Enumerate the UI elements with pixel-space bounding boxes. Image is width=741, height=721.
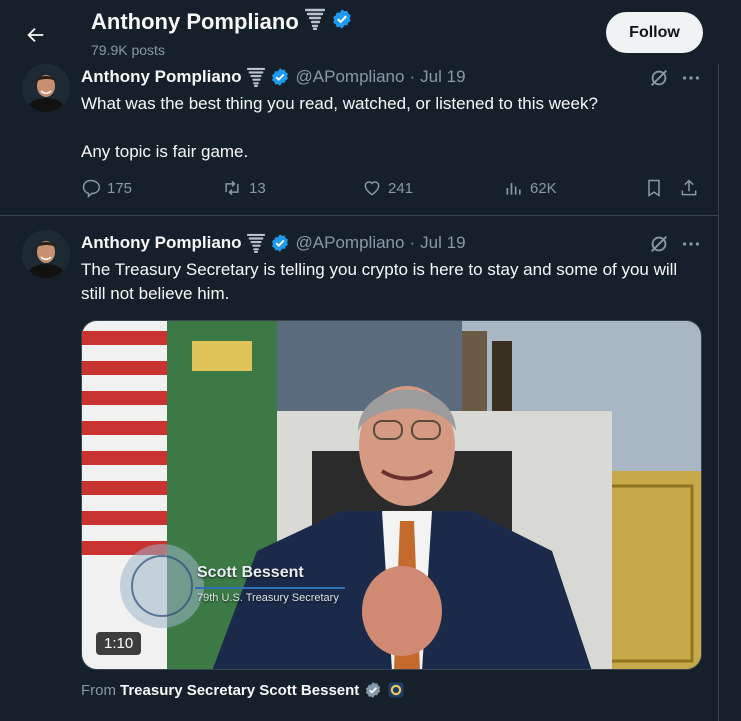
repost-icon (225, 180, 239, 196)
avatar[interactable] (22, 230, 70, 278)
like-icon (364, 181, 380, 196)
post-count: 79.9K posts (91, 42, 165, 58)
lower-third-title: 79th U.S. Treasury Secretary (197, 592, 339, 604)
back-button[interactable] (18, 18, 52, 52)
reply-icon (82, 179, 101, 198)
tweet-text-paragraph: Any topic is fair game. (81, 142, 249, 161)
tweet-top-actions (648, 233, 702, 260)
bookmark-icon (648, 179, 660, 197)
lower-third-name: Scott Bessent (197, 564, 304, 581)
tweet-date[interactable]: Jul 19 (420, 67, 465, 87)
tweet-text: The Treasury Secretary is telling you cr… (81, 260, 678, 303)
from-prefix: From (81, 681, 116, 699)
tweet-action-bar: 175 13 241 62K (81, 178, 706, 202)
follow-button[interactable]: Follow (606, 12, 703, 53)
tweet-header: Anthony Pompliano @APompliano · Jul 19 (81, 67, 466, 87)
tweet-action-bar (81, 716, 706, 721)
verified-badge-icon (270, 67, 290, 87)
source-account-name[interactable]: Treasury Secretary Scott Bessent (120, 682, 359, 699)
gov-badge-icon (364, 681, 382, 699)
view-count: 62K (530, 179, 557, 197)
author-name[interactable]: Anthony Pompliano (81, 233, 242, 253)
share-icon (681, 179, 697, 196)
more-icon[interactable] (680, 67, 702, 94)
bookmark-button[interactable] (644, 178, 664, 198)
share-button[interactable] (679, 178, 699, 198)
author-handle[interactable]: @APompliano (296, 233, 405, 253)
tweet-header: Anthony Pompliano @APompliano · Jul 19 (81, 233, 466, 253)
header-title: Anthony Pompliano (91, 9, 299, 34)
grok-icon[interactable] (648, 67, 670, 94)
verified-badge-icon (331, 8, 353, 36)
like-count: 241 (388, 179, 414, 197)
video-thumbnail (82, 321, 701, 669)
repost-count: 13 (249, 179, 266, 197)
author-name[interactable]: Anthony Pompliano (81, 67, 242, 87)
profile-name-header: Anthony Pompliano (91, 8, 353, 36)
views-icon (506, 183, 521, 195)
treasury-seal-icon (120, 544, 204, 628)
tornado-icon (304, 8, 325, 36)
tweet[interactable]: Anthony Pompliano @APompliano · Jul 19 T… (0, 216, 718, 721)
repost-button[interactable]: 13 (221, 178, 266, 198)
like-button[interactable]: 241 (362, 178, 413, 198)
tweet-text: What was the best thing you read, watche… (81, 94, 598, 113)
column-border (718, 64, 719, 721)
author-handle[interactable]: @APompliano (296, 67, 405, 87)
video-player[interactable]: Scott Bessent 79th U.S. Treasury Secreta… (81, 320, 702, 670)
video-source: From Treasury Secretary Scott Bessent (81, 681, 405, 699)
reply-button[interactable]: 175 (81, 178, 132, 198)
tweet-top-actions (648, 67, 702, 94)
tweet[interactable]: Anthony Pompliano @APompliano · Jul 19 W… (0, 64, 718, 215)
avatar[interactable] (22, 64, 70, 112)
treasury-seal-icon (387, 681, 405, 699)
profile-header: Anthony Pompliano 79.9K posts Follow (0, 0, 741, 64)
back-arrow-icon (27, 27, 44, 43)
separator-dot: · (409, 233, 416, 252)
separator-dot: · (409, 67, 416, 86)
tweet-date[interactable]: Jul 19 (420, 233, 465, 253)
tornado-icon (246, 233, 265, 253)
reply-count: 175 (107, 179, 133, 197)
grok-icon[interactable] (648, 233, 670, 260)
views-button[interactable]: 62K (504, 178, 557, 198)
verified-badge-icon (270, 233, 290, 253)
video-duration: 1:10 (96, 632, 142, 655)
more-icon[interactable] (680, 233, 702, 260)
tornado-icon (246, 67, 265, 87)
